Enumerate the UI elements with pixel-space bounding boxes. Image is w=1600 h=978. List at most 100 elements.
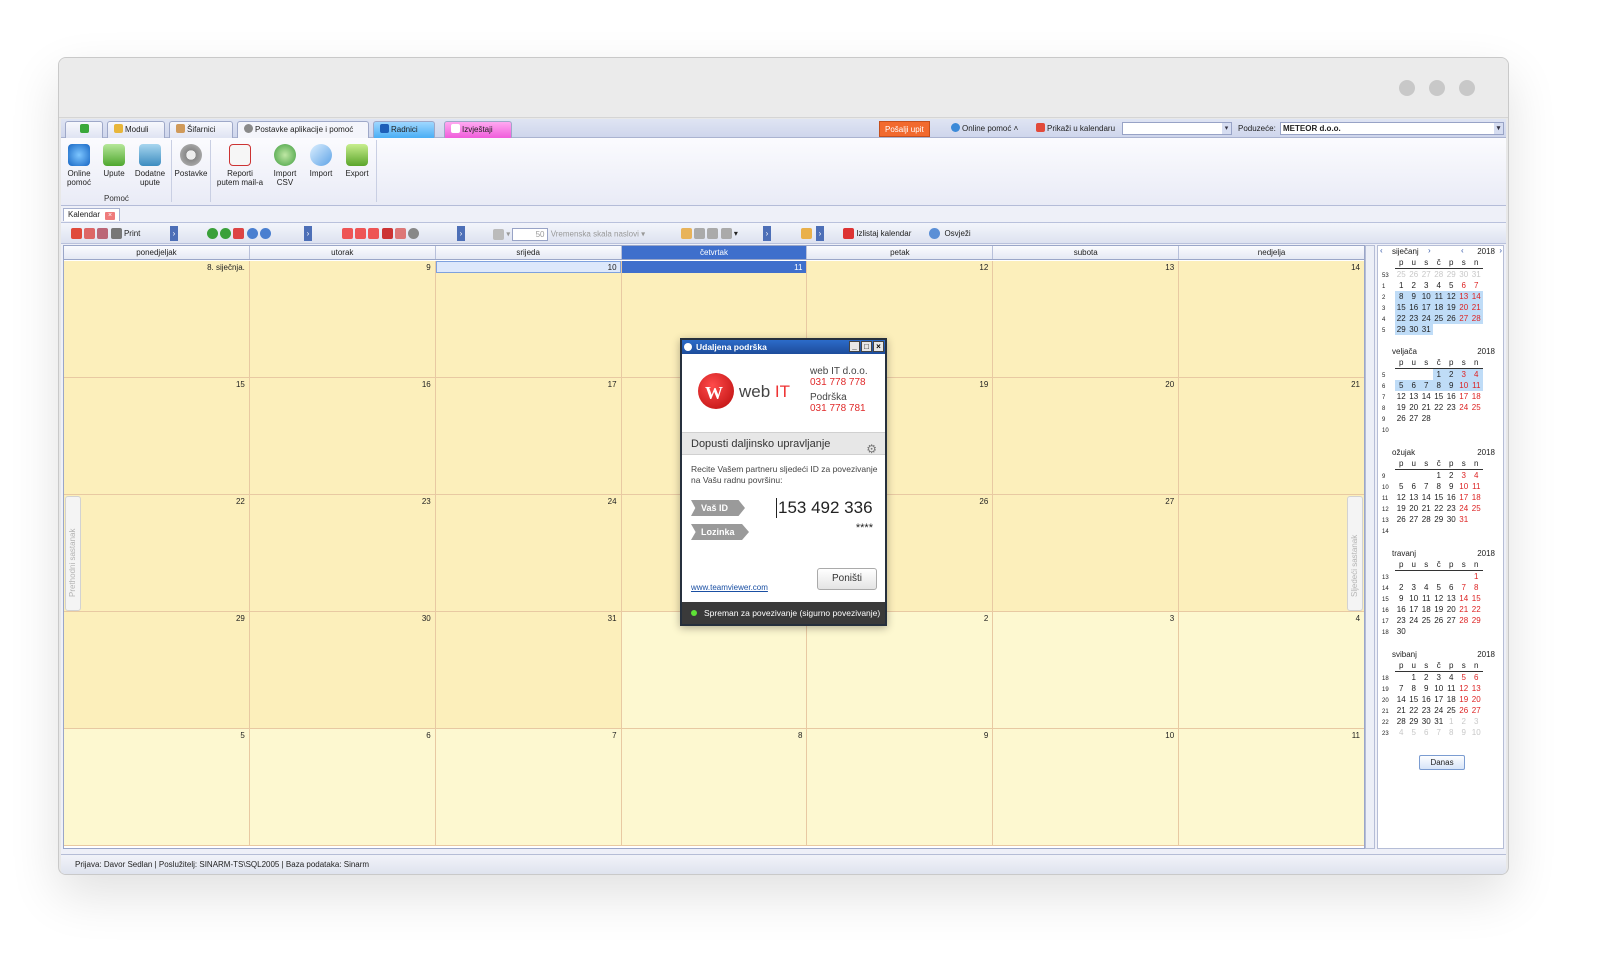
settings-button[interactable]: Postavke xyxy=(174,140,208,194)
mini-day[interactable]: 22 xyxy=(1470,604,1483,615)
mini-day[interactable]: 24 xyxy=(1458,402,1471,413)
mini-day[interactable]: 6 xyxy=(1470,672,1483,683)
mini-day[interactable]: 6 xyxy=(1420,727,1433,738)
mini-day[interactable]: 9 xyxy=(1445,481,1458,492)
mini-day[interactable]: 17 xyxy=(1458,391,1471,402)
mini-day[interactable]: 1 xyxy=(1445,716,1458,727)
mini-day[interactable]: 23 xyxy=(1445,503,1458,514)
close-icon[interactable]: × xyxy=(105,212,116,220)
print-button[interactable]: Print xyxy=(124,229,140,238)
mini-day[interactable]: 11 xyxy=(1470,481,1483,492)
mini-day[interactable]: 27 xyxy=(1457,313,1470,324)
mini-day[interactable]: 31 xyxy=(1433,716,1446,727)
mini-day[interactable]: 16 xyxy=(1420,694,1433,705)
calendar-scrollbar[interactable] xyxy=(1365,245,1375,849)
mini-day[interactable]: 5 xyxy=(1395,481,1408,492)
mini-day[interactable]: 19 xyxy=(1433,604,1446,615)
mini-day[interactable]: 28 xyxy=(1458,615,1471,626)
calendar-day-cell[interactable]: 8. siječnja. xyxy=(64,261,250,377)
mini-day[interactable]: 1 xyxy=(1433,470,1446,481)
mini-day[interactable]: 29 xyxy=(1433,514,1446,525)
mini-day[interactable]: 7 xyxy=(1458,582,1471,593)
mini-day[interactable]: 31 xyxy=(1470,269,1483,280)
mini-day[interactable]: 28 xyxy=(1420,413,1433,424)
mini-day[interactable]: 3 xyxy=(1420,280,1433,291)
calendar-day-cell[interactable]: 4 xyxy=(1179,612,1365,728)
mini-day[interactable]: 28 xyxy=(1420,514,1433,525)
mini-day[interactable]: 17 xyxy=(1408,604,1421,615)
mini-day[interactable]: 9 xyxy=(1407,291,1420,302)
calendar-day-cell[interactable]: 14 xyxy=(1179,261,1365,377)
mini-day[interactable]: 25 xyxy=(1395,269,1408,280)
mini-day[interactable]: 5 xyxy=(1458,672,1471,683)
day-view-icon[interactable] xyxy=(342,228,353,240)
mini-day[interactable]: 27 xyxy=(1408,514,1421,525)
calendar-day-cell[interactable]: 5 xyxy=(64,729,250,845)
mini-day[interactable]: 29 xyxy=(1445,269,1458,280)
calendar-day-cell[interactable]: 27 xyxy=(993,495,1180,611)
mini-day[interactable]: 26 xyxy=(1433,615,1446,626)
mini-day[interactable]: 26 xyxy=(1458,705,1471,716)
tab-modules[interactable]: Moduli xyxy=(107,121,165,138)
mini-day[interactable]: 10 xyxy=(1458,481,1471,492)
tab-calendar[interactable]: Kalendar × xyxy=(63,208,121,221)
mini-day[interactable]: 27 xyxy=(1470,705,1483,716)
calendar-day-cell[interactable]: 8 xyxy=(621,729,808,845)
mini-day[interactable]: 21 xyxy=(1458,604,1471,615)
mini-day[interactable]: 21 xyxy=(1470,302,1483,313)
calendar-day-cell[interactable]: 2 xyxy=(807,612,994,728)
mini-day[interactable]: 4 xyxy=(1445,672,1458,683)
mini-day[interactable]: 5 xyxy=(1408,727,1421,738)
mini-day[interactable]: 30 xyxy=(1395,626,1408,637)
mini-day[interactable]: 26 xyxy=(1445,313,1458,324)
mini-day[interactable]: 20 xyxy=(1408,503,1421,514)
mini-day[interactable]: 25 xyxy=(1470,503,1483,514)
tab-reports[interactable]: Izvještaji xyxy=(444,121,512,138)
mini-day[interactable]: 15 xyxy=(1470,593,1483,604)
calendar-day-cell[interactable]: 16 xyxy=(249,378,436,494)
mini-day[interactable]: 22 xyxy=(1408,705,1421,716)
mini-day[interactable]: 1 xyxy=(1395,280,1408,291)
calendar-day-cell[interactable]: 15 xyxy=(64,378,250,494)
toolbar-more-arrow[interactable]: › xyxy=(816,226,824,241)
user-calendar-icon[interactable] xyxy=(97,228,109,240)
mini-day[interactable]: 15 xyxy=(1395,302,1408,313)
work-week-view-icon[interactable] xyxy=(355,228,367,240)
window-dot[interactable] xyxy=(1399,80,1415,96)
maximize-button[interactable]: □ xyxy=(861,341,872,352)
tab-home[interactable] xyxy=(65,121,103,138)
mini-day[interactable]: 2 xyxy=(1458,716,1471,727)
show-in-calendar[interactable]: Prikaži u kalendaru xyxy=(1036,121,1115,137)
id-value[interactable]: 153 492 336 xyxy=(776,498,873,518)
mini-day[interactable]: 8 xyxy=(1395,291,1408,302)
mini-day[interactable]: 30 xyxy=(1407,324,1420,335)
mini-day[interactable]: 22 xyxy=(1433,503,1446,514)
mini-day[interactable]: 21 xyxy=(1395,705,1408,716)
calendar-day-cell[interactable]: 20 xyxy=(993,378,1180,494)
mini-day[interactable]: 16 xyxy=(1407,302,1420,313)
tab-workers[interactable]: Radnici xyxy=(373,121,435,138)
mini-day[interactable]: 19 xyxy=(1395,402,1408,413)
mini-day[interactable]: 19 xyxy=(1458,694,1471,705)
mini-day[interactable]: 27 xyxy=(1408,413,1421,424)
mini-day[interactable]: 30 xyxy=(1420,716,1433,727)
calendar-day-cell[interactable]: 21 xyxy=(1179,378,1365,494)
mini-day[interactable]: 13 xyxy=(1408,391,1421,402)
options-icon[interactable] xyxy=(801,228,812,240)
calendar-day-cell[interactable]: 28 xyxy=(1179,495,1365,611)
mini-day[interactable]: 29 xyxy=(1470,615,1483,626)
import-button[interactable]: Import xyxy=(304,140,338,194)
minimize-button[interactable]: _ xyxy=(849,341,860,352)
mini-day[interactable]: 14 xyxy=(1458,593,1471,604)
mini-day[interactable]: 7 xyxy=(1420,380,1433,391)
mini-day[interactable]: 5 xyxy=(1445,280,1458,291)
mini-day[interactable]: 26 xyxy=(1408,269,1421,280)
mini-day[interactable]: 9 xyxy=(1458,727,1471,738)
online-help-link[interactable]: Online pomoć ˄ xyxy=(951,121,1018,137)
mini-day[interactable]: 20 xyxy=(1445,604,1458,615)
mini-day[interactable]: 18 xyxy=(1470,391,1483,402)
mini-day[interactable]: 16 xyxy=(1445,391,1458,402)
close-button[interactable]: × xyxy=(873,341,884,352)
mini-day[interactable]: 8 xyxy=(1432,380,1445,391)
mini-day[interactable]: 16 xyxy=(1395,604,1408,615)
